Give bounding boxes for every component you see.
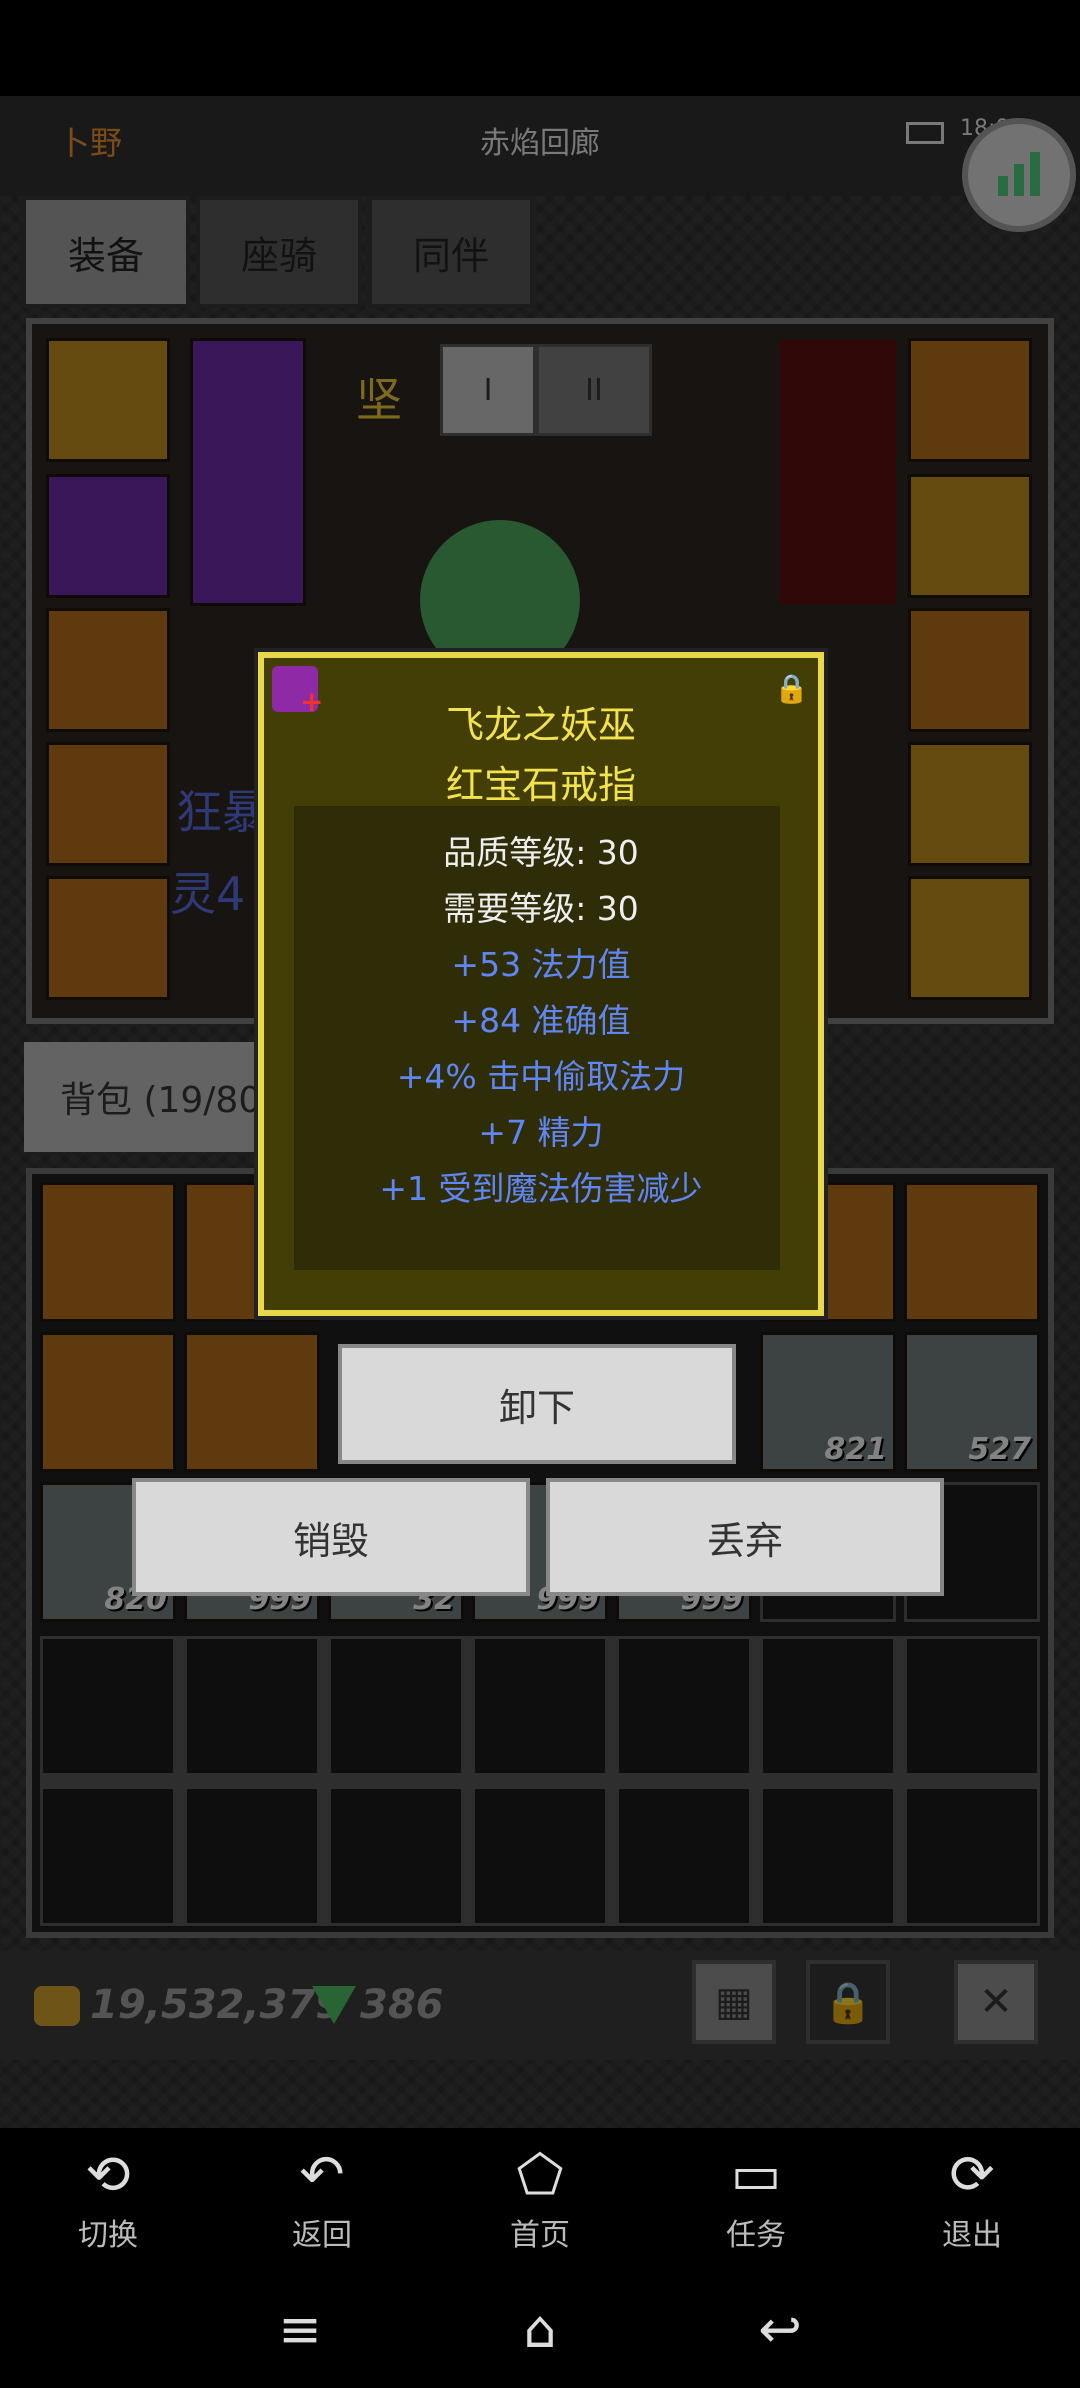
menu-icon[interactable]: ≡ (260, 2300, 340, 2360)
nav-home[interactable]: ⬠ 首页 (480, 2140, 600, 2254)
home-icon: ⬠ (516, 2143, 564, 2206)
nav-label: 退出 (942, 2218, 1002, 2253)
nav-label: 返回 (292, 2218, 352, 2253)
status-bar (0, 0, 1080, 96)
item-quality: 品质等级: 30 (443, 833, 639, 872)
nav-tasks[interactable]: ▭ 任务 (696, 2140, 816, 2254)
home-system-icon[interactable]: ⌂ (500, 2300, 580, 2360)
nav-label: 任务 (726, 2218, 786, 2253)
nav-switch[interactable]: ⟲ 切换 (48, 2140, 168, 2254)
item-type: 红宝石戒指 (445, 763, 636, 807)
item-stat: +84 准确值 (451, 1001, 631, 1040)
destroy-button[interactable]: 销毁 (132, 1478, 530, 1596)
nav-back[interactable]: ↶ 返回 (262, 2140, 382, 2254)
item-name: 飞龙之妖巫 (445, 703, 636, 747)
item-required-level: 需要等级: 30 (443, 889, 639, 928)
exit-icon: ⟳ (949, 2143, 995, 2206)
tasks-icon: ▭ (730, 2143, 782, 2206)
nav-exit[interactable]: ⟳ 退出 (912, 2140, 1032, 2254)
item-stat: +7 精力 (478, 1113, 604, 1152)
discard-button[interactable]: 丢弃 (546, 1478, 944, 1596)
back-icon: ↶ (299, 2143, 345, 2206)
nav-label: 首页 (510, 2218, 570, 2253)
unequip-button[interactable]: 卸下 (338, 1344, 736, 1464)
item-stat: +4% 击中偷取法力 (396, 1057, 686, 1096)
item-stat: +1 受到魔法伤害减少 (379, 1169, 703, 1208)
nav-label: 切换 (78, 2218, 138, 2253)
item-stat: +53 法力值 (451, 945, 631, 984)
back-system-icon[interactable]: ↩ (740, 2300, 820, 2360)
switch-icon: ⟲ (85, 2143, 131, 2206)
